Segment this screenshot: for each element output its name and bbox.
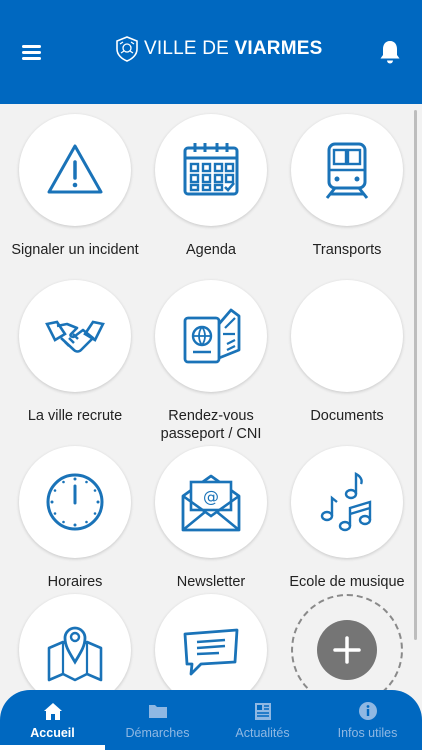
tile-circle[interactable] [19, 280, 131, 392]
tile-circle[interactable] [155, 594, 267, 690]
tile-label: Transports [312, 242, 382, 258]
tab-actualites[interactable]: Actualités [210, 690, 315, 750]
tile-circle[interactable] [19, 446, 131, 558]
tile-label: Documents [310, 408, 384, 424]
calendar-icon [183, 143, 239, 196]
info-icon [359, 702, 377, 720]
newspaper-icon [255, 703, 271, 720]
add-button-fill[interactable] [317, 620, 377, 680]
tile-label: Horaires [47, 574, 103, 590]
plus-icon [333, 636, 361, 664]
scrollbar[interactable] [414, 110, 417, 640]
tile-circle[interactable] [155, 280, 267, 392]
email-envelope-icon: @ [181, 474, 241, 532]
city-crest-icon [116, 36, 138, 62]
home-grid: Signaler un incident Agenda Transports L… [0, 104, 422, 690]
map-pin-icon [47, 626, 103, 682]
handshake-icon [45, 320, 105, 353]
tile-label: Rendez-vous passeport / CNI [160, 408, 262, 442]
tile-circle[interactable] [291, 114, 403, 226]
add-tile-button[interactable] [291, 594, 403, 690]
bottom-tab-bar: Accueil Démarches Actualités Infos utile… [0, 690, 422, 750]
tile-circle[interactable] [291, 280, 403, 392]
tab-label: Démarches [125, 726, 190, 740]
tile-label: Newsletter [176, 574, 246, 590]
home-icon [44, 703, 62, 720]
tile-circle[interactable] [19, 594, 131, 690]
tile-circle[interactable] [291, 446, 403, 558]
tab-label: Actualités [235, 726, 290, 740]
active-tab-indicator [0, 745, 105, 750]
tile-circle[interactable] [155, 114, 267, 226]
warning-icon [47, 144, 103, 194]
tab-label: Accueil [30, 726, 75, 740]
hamburger-menu-icon[interactable] [18, 40, 46, 64]
bell-icon[interactable] [376, 38, 404, 66]
tile-circle[interactable]: @ [155, 446, 267, 558]
clock-icon [46, 473, 104, 531]
tile-label: La ville recrute [27, 408, 123, 424]
tile-label: Agenda [186, 242, 236, 258]
tab-accueil[interactable]: Accueil [0, 690, 105, 750]
svg-text:@: @ [203, 487, 219, 506]
chat-message-icon [183, 628, 239, 676]
app-header: VILLE DE VIARMES [0, 0, 422, 104]
tab-infos-utiles[interactable]: Infos utiles [315, 690, 420, 750]
city-logo: VILLE DE VIARMES [114, 32, 322, 66]
tab-label: Infos utiles [337, 726, 398, 740]
train-icon [325, 142, 369, 199]
city-name: VILLE DE VIARMES [144, 38, 323, 59]
folder-icon [149, 705, 167, 718]
tile-label: Ecole de musique [289, 574, 405, 590]
tile-label: Signaler un incident [11, 242, 139, 258]
music-notes-icon [320, 472, 372, 532]
tile-circle[interactable] [19, 114, 131, 226]
passport-icon [183, 308, 241, 364]
tab-demarches[interactable]: Démarches [105, 690, 210, 750]
